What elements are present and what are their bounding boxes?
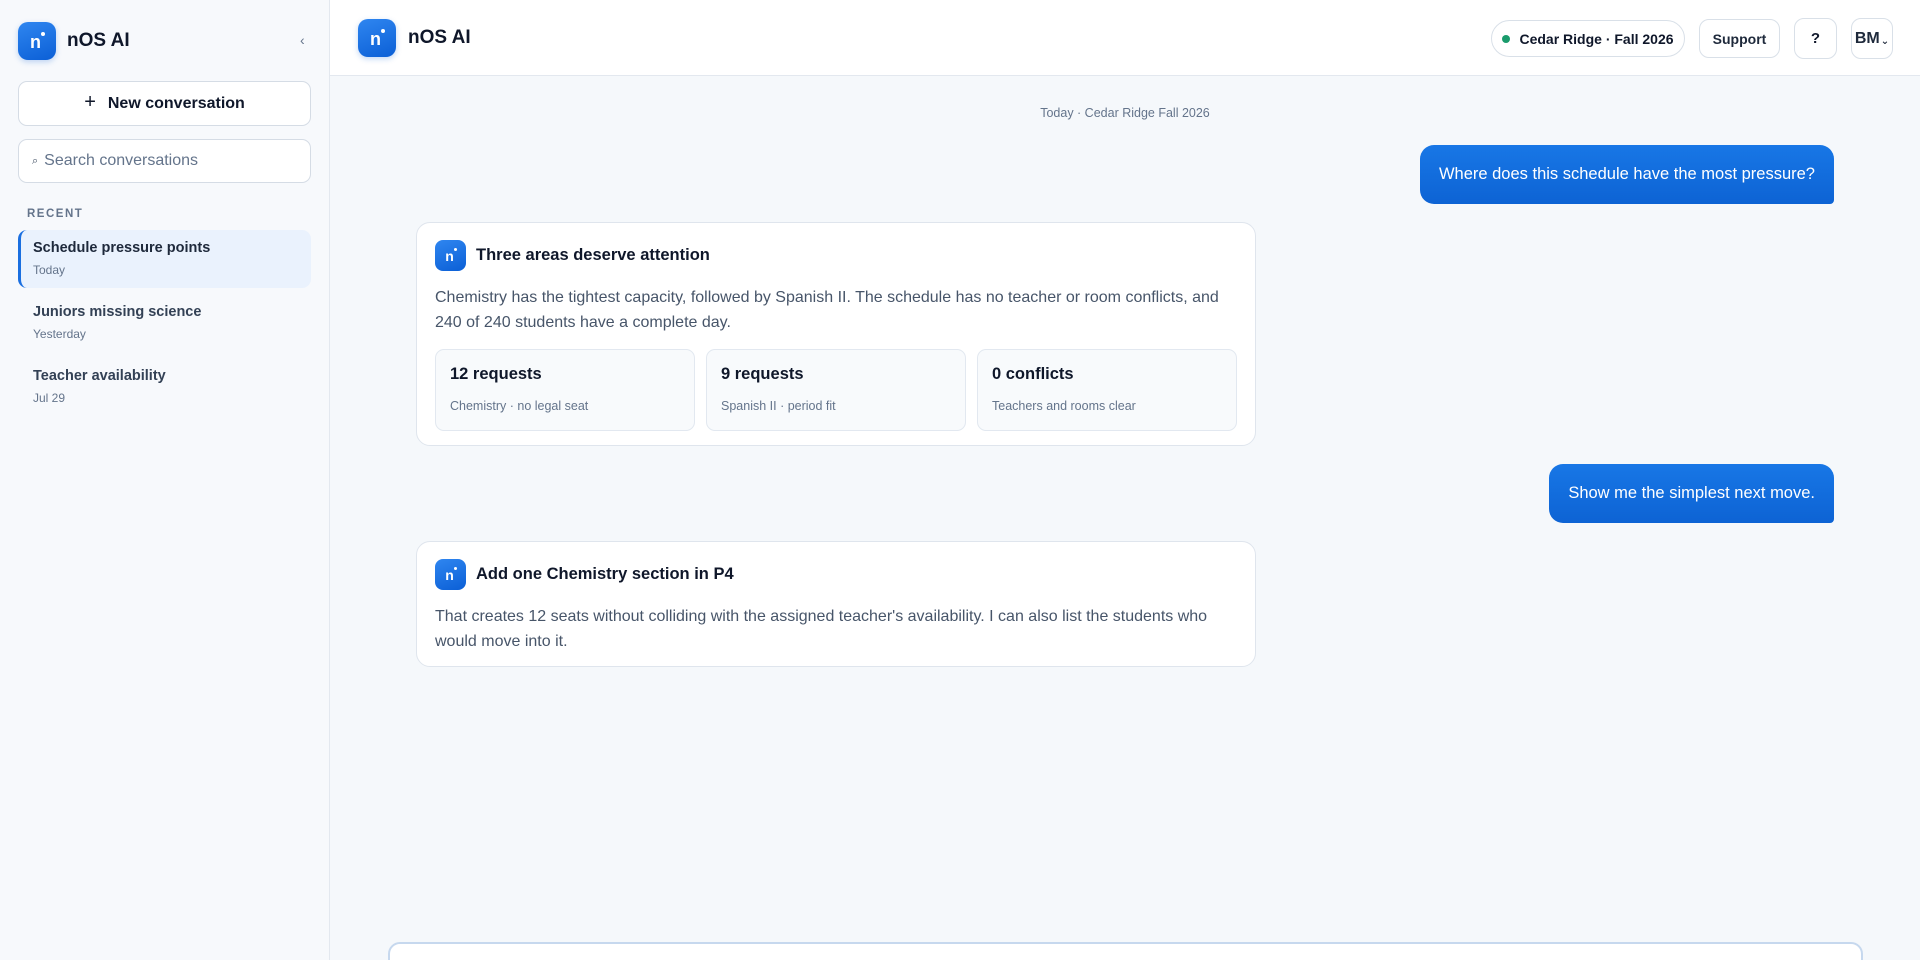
stat-label: Spanish II · period fit [721,399,836,413]
day-separator: Today · Cedar Ridge Fall 2026 [1040,106,1210,120]
stat-card-chemistry[interactable]: 12 requests Chemistry · no legal seat [435,349,695,431]
assistant-avatar-icon: n [435,240,466,271]
assistant-message-title: Add one Chemistry section in P4 [476,565,734,583]
stat-cards: 12 requests Chemistry · no legal seat 9 … [435,349,1237,431]
user-message: Where does this schedule have the most p… [1419,145,1834,204]
stat-card-spanish[interactable]: 9 requests Spanish II · period fit [706,349,966,431]
conversation-title: Teacher availability [33,368,166,384]
new-conversation-button[interactable]: + New conversation [18,81,311,126]
help-button[interactable]: ? [1794,18,1837,59]
stat-value: 9 requests [721,365,804,383]
collapse-sidebar-icon[interactable]: ‹ [300,32,305,48]
chevron-down-icon: ⌄ [1880,36,1890,47]
assistant-message-card: n Three areas deserve attention Chemistr… [416,222,1256,446]
assistant-message-header: n Three areas deserve attention [435,240,1237,271]
conversation-title: Juniors missing science [33,304,202,320]
conversation-item-juniors-science[interactable]: Juniors missing science Yesterday [18,294,311,352]
sidebar-app-name: nOS AI [67,30,130,51]
recent-section-label: RECENT [27,208,84,220]
assistant-message-body: That creates 12 seats without colliding … [435,608,1208,650]
search-input[interactable] [44,152,285,170]
stat-card-conflicts[interactable]: 0 conflicts Teachers and rooms clear [977,349,1237,431]
user-avatar-menu[interactable]: BM ⌄ [1851,18,1893,59]
assistant-message-title: Three areas deserve attention [476,246,710,264]
term-label: Cedar Ridge · Fall 2026 [1519,30,1674,47]
assistant-message-body: Chemistry has the tightest capacity, fol… [435,289,1219,331]
top-header: n nOS AI Cedar Ridge · Fall 2026 Support… [330,0,1920,76]
conversation-item-teacher-availability[interactable]: Teacher availability Jul 29 [18,358,311,416]
support-button[interactable]: Support [1699,19,1780,58]
header-app-name: nOS AI [408,27,471,48]
term-selector[interactable]: Cedar Ridge · Fall 2026 [1491,20,1685,57]
assistant-avatar-icon: n [435,559,466,590]
app-logo-icon: n [358,19,396,57]
chat-area: Today · Cedar Ridge Fall 2026 Where does… [330,76,1920,960]
search-conversations-box[interactable]: ⌕ [18,139,311,183]
message-composer[interactable] [388,942,1863,960]
conversation-date: Jul 29 [33,391,66,405]
plus-icon: + [84,91,96,113]
search-icon: ⌕ [32,154,39,167]
app-logo-icon: n [18,22,56,60]
header-brand[interactable]: n nOS AI [358,19,471,57]
assistant-message-header: n Add one Chemistry section in P4 [435,559,1237,590]
conversation-date: Yesterday [33,327,86,341]
assistant-message-card: n Add one Chemistry section in P4 That c… [416,541,1256,667]
conversation-title: Schedule pressure points [33,240,211,256]
conversation-list: Schedule pressure points Today Juniors m… [18,230,311,422]
status-dot-icon [1502,34,1511,43]
stat-label: Teachers and rooms clear [992,399,1136,413]
stat-value: 12 requests [450,365,542,383]
conversation-date: Today [33,263,66,277]
user-message: Show me the simplest next move. [1549,464,1834,523]
conversation-item-schedule-pressure[interactable]: Schedule pressure points Today [18,230,311,288]
stat-label: Chemistry · no legal seat [450,399,589,413]
avatar-initials: BM [1854,29,1880,47]
new-conversation-label: New conversation [107,94,245,112]
stat-value: 0 conflicts [992,365,1074,383]
sidebar-brand[interactable]: n nOS AI [18,22,130,60]
sidebar: n nOS AI ‹ + New conversation ⌕ RECENT S… [0,0,330,960]
